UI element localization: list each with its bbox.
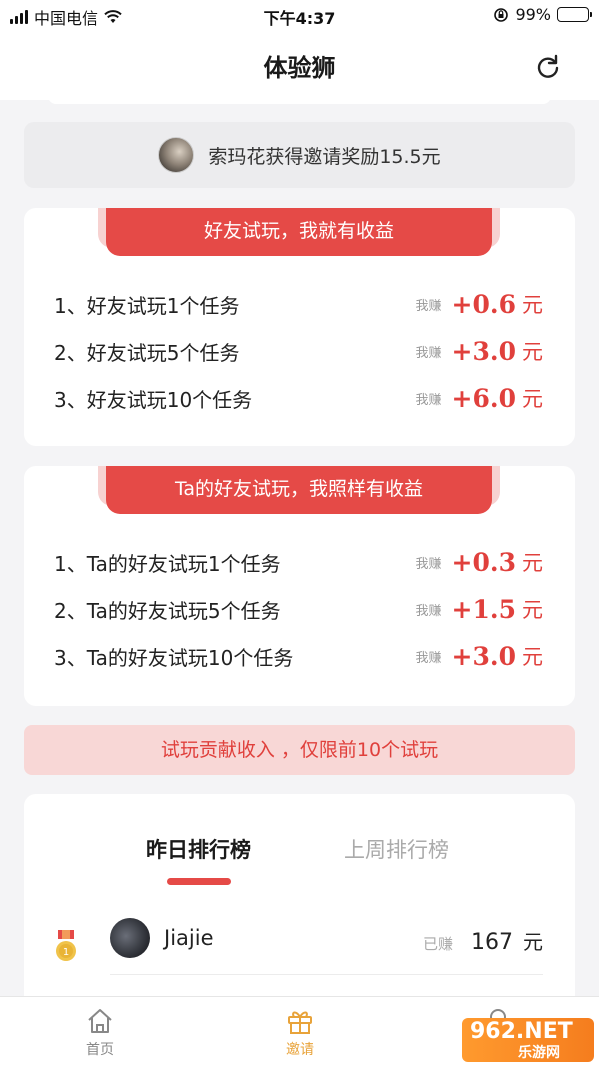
earn-prefix: 我赚 bbox=[415, 392, 442, 408]
list-item: 2、好友试玩5个任务 我赚 +3.0 元 bbox=[54, 333, 543, 369]
task-label: 1、好友试玩1个任务 bbox=[54, 293, 240, 318]
earn-prefix: 我赚 bbox=[415, 603, 442, 619]
task-label: 1、Ta的好友试玩1个任务 bbox=[54, 551, 281, 576]
refresh-icon[interactable] bbox=[535, 54, 561, 80]
tab-yesterday-ranking[interactable]: 昨日排行榜 bbox=[146, 834, 251, 864]
page-title: 体验狮 bbox=[263, 54, 336, 82]
svg-text:1: 1 bbox=[63, 947, 69, 958]
earn-amount: +6.0 bbox=[451, 383, 516, 413]
list-item: 3、Ta的好友试玩10个任务 我赚 +3.0 元 bbox=[54, 638, 543, 674]
tab-invite[interactable]: 邀请 bbox=[260, 1007, 340, 1059]
earn-amount: +3.0 bbox=[451, 641, 516, 671]
battery-icon bbox=[557, 7, 592, 22]
trial-limit-note: 试玩贡献收入 ，仅限前10个试玩 bbox=[24, 725, 575, 775]
friend-trial-card: 好友试玩，我就有收益 1、好友试玩1个任务 我赚 +0.6 元 2、好友试玩5个… bbox=[24, 208, 575, 446]
previous-card-edge bbox=[48, 96, 551, 104]
earn-amount: +1.5 bbox=[451, 594, 516, 624]
watermark-brand: 962.NET bbox=[470, 1019, 573, 1044]
earn-amount: +0.3 bbox=[451, 547, 516, 577]
earn-prefix: 我赚 bbox=[415, 345, 442, 361]
earn-unit: 元 bbox=[522, 645, 543, 669]
list-item: 1、Ta的好友试玩1个任务 我赚 +0.3 元 bbox=[54, 544, 543, 580]
second-level-trial-banner: Ta的好友试玩，我照样有收益 bbox=[106, 466, 492, 514]
earn-amount: +3.0 bbox=[451, 336, 516, 366]
watermark-logo: 962.NET 乐游网 bbox=[462, 1018, 594, 1062]
tab-last-week-ranking[interactable]: 上周排行榜 bbox=[344, 834, 449, 864]
battery-percent: 99% bbox=[515, 5, 551, 24]
earn-unit: 元 bbox=[522, 340, 543, 364]
gift-icon bbox=[288, 1011, 312, 1034]
notice-text: 索玛花获得邀请奖励15.5元 bbox=[208, 145, 441, 168]
status-right: 99% bbox=[493, 5, 592, 24]
earned-amount: 167 bbox=[471, 930, 513, 955]
earn-unit: 元 bbox=[522, 551, 543, 575]
earn-prefix: 我赚 bbox=[415, 298, 442, 314]
earn-unit: 元 bbox=[522, 598, 543, 622]
list-item: 2、Ta的好友试玩5个任务 我赚 +1.5 元 bbox=[54, 591, 543, 627]
earn-unit: 元 bbox=[522, 387, 543, 411]
friend-trial-banner: 好友试玩，我就有收益 bbox=[106, 208, 492, 256]
task-label: 3、Ta的好友试玩10个任务 bbox=[54, 645, 294, 670]
tab-home[interactable]: 首页 bbox=[60, 1007, 140, 1059]
tab-invite-label: 邀请 bbox=[286, 1042, 314, 1058]
ranking-earnings: 已赚 167 元 bbox=[423, 926, 543, 955]
earn-unit: 元 bbox=[522, 293, 543, 317]
gold-medal-icon: 1 bbox=[56, 930, 76, 961]
list-item: 1、好友试玩1个任务 我赚 +0.6 元 bbox=[54, 286, 543, 322]
active-tab-indicator bbox=[167, 878, 231, 885]
second-level-trial-card: Ta的好友试玩，我照样有收益 1、Ta的好友试玩1个任务 我赚 +0.3 元 2… bbox=[24, 466, 575, 706]
tab-home-label: 首页 bbox=[86, 1042, 114, 1058]
task-label: 2、好友试玩5个任务 bbox=[54, 340, 240, 365]
divider bbox=[110, 974, 543, 975]
earned-unit: 元 bbox=[523, 930, 543, 954]
navigation-bar: 体验狮 bbox=[0, 30, 599, 100]
earn-prefix: 我赚 bbox=[415, 556, 442, 572]
avatar bbox=[110, 918, 150, 958]
watermark-text: 乐游网 bbox=[518, 1045, 560, 1061]
ranking-card: 昨日排行榜 上周排行榜 1 Jiajie 已赚 167 元 bbox=[24, 794, 575, 1014]
task-label: 3、好友试玩10个任务 bbox=[54, 387, 253, 412]
home-icon bbox=[88, 1009, 112, 1033]
orientation-lock-icon bbox=[494, 7, 509, 22]
list-item: 3、好友试玩10个任务 我赚 +6.0 元 bbox=[54, 380, 543, 416]
earn-prefix: 我赚 bbox=[415, 650, 442, 666]
status-bar: 中国电信 下午4:37 99% bbox=[0, 0, 599, 30]
ranking-user-name: Jiajie bbox=[164, 926, 214, 950]
task-label: 2、Ta的好友试玩5个任务 bbox=[54, 598, 281, 623]
avatar bbox=[158, 137, 195, 173]
earned-prefix: 已赚 bbox=[422, 935, 453, 953]
reward-notice: 索玛花获得邀请奖励15.5元 bbox=[24, 122, 575, 188]
earn-amount: +0.6 bbox=[451, 289, 516, 319]
